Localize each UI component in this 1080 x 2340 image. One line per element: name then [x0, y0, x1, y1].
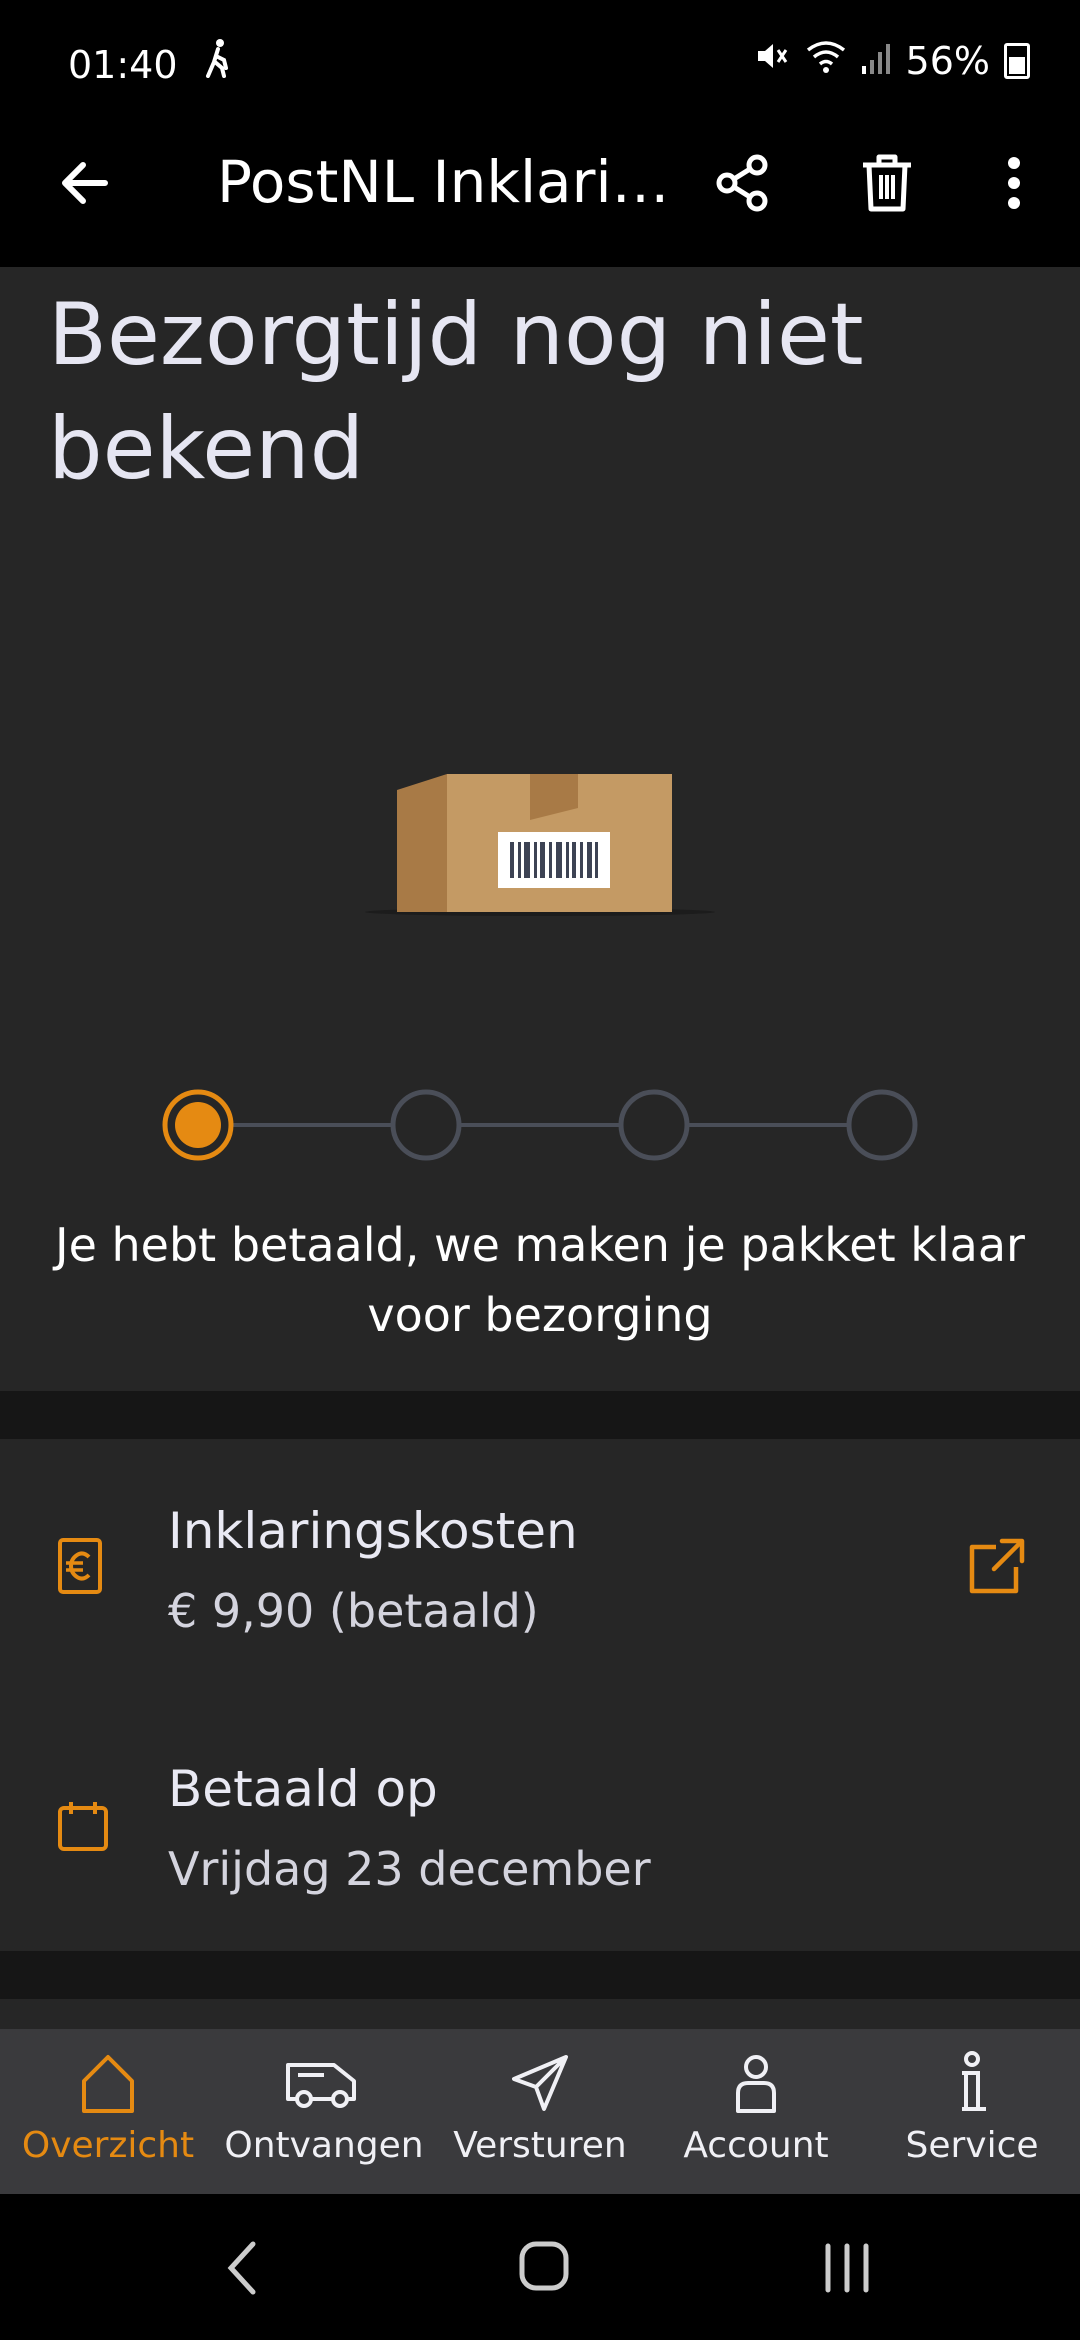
account-icon	[736, 2055, 776, 2113]
system-recents-button[interactable]	[822, 2240, 872, 2300]
section-divider	[0, 1391, 1080, 1439]
clearance-costs-value: € 9,90 (betaald)	[168, 1584, 539, 1638]
arrow-left-icon	[62, 162, 108, 204]
van-icon	[286, 2063, 356, 2108]
step-4	[846, 1089, 918, 1161]
status-icons: 56%	[754, 38, 1030, 83]
delivery-time-headline: Bezorgtijd nog niet bekend	[48, 285, 864, 499]
system-home-button[interactable]	[518, 2240, 570, 2296]
back-button[interactable]	[45, 143, 125, 223]
calendar-icon	[57, 1800, 109, 1856]
nav-label: Ontvangen	[224, 2125, 424, 2166]
nav-label: Overzicht	[21, 2125, 195, 2166]
progress-stepper	[155, 1085, 925, 1169]
nav-account[interactable]: Account	[648, 2029, 864, 2194]
trash-icon	[863, 154, 911, 212]
delete-button[interactable]	[847, 143, 927, 223]
clock-text: 01:40	[68, 43, 178, 87]
info-icon	[962, 2051, 986, 2111]
paid-on-value: Vrijdag 23 december	[168, 1842, 651, 1896]
section-divider	[0, 1951, 1080, 1999]
nav-versturen[interactable]: Versturen	[432, 2029, 648, 2194]
page-title: PostNL Inklari…	[217, 148, 670, 216]
euro-receipt-icon	[57, 1537, 105, 1599]
external-link-icon[interactable]	[966, 1537, 1026, 1601]
package-icon	[365, 774, 715, 916]
paid-on-title: Betaald op	[168, 1760, 438, 1818]
share-icon	[716, 154, 768, 212]
bottom-navigation: Overzicht Ontvangen Versturen Account Se…	[0, 2029, 1080, 2194]
step-2	[390, 1089, 462, 1161]
nav-label: Account	[683, 2125, 829, 2166]
parcel-illustration	[360, 760, 720, 924]
signal-icon	[861, 39, 892, 83]
system-back-button[interactable]	[225, 2240, 261, 2300]
walking-icon	[204, 39, 232, 87]
mute-icon	[754, 38, 790, 83]
shipment-status-message: Je hebt betaald, we maken je pakket klaa…	[55, 1218, 1025, 1342]
nav-label: Versturen	[453, 2125, 627, 2166]
next-section-peek	[0, 1999, 1080, 2029]
wifi-icon	[804, 38, 848, 83]
home-square-icon	[519, 2241, 569, 2291]
more-options-button[interactable]	[974, 143, 1054, 223]
step-3	[618, 1089, 690, 1161]
nav-ontvangen[interactable]: Ontvangen	[216, 2029, 432, 2194]
more-vertical-icon	[1008, 157, 1020, 209]
chevron-left-icon	[227, 2241, 256, 2295]
step-1-active	[162, 1089, 234, 1161]
send-icon	[512, 2055, 568, 2111]
share-button[interactable]	[703, 143, 783, 223]
battery-percent: 56%	[905, 38, 990, 83]
nav-service[interactable]: Service	[864, 2029, 1080, 2194]
status-time: 01:40	[68, 38, 232, 87]
battery-icon	[1004, 42, 1030, 79]
nav-label: Service	[905, 2125, 1039, 2166]
home-icon	[82, 2055, 134, 2113]
clearance-costs-title: Inklaringskosten	[168, 1502, 578, 1560]
nav-overzicht[interactable]: Overzicht	[0, 2029, 216, 2194]
recents-icon	[825, 2243, 869, 2293]
